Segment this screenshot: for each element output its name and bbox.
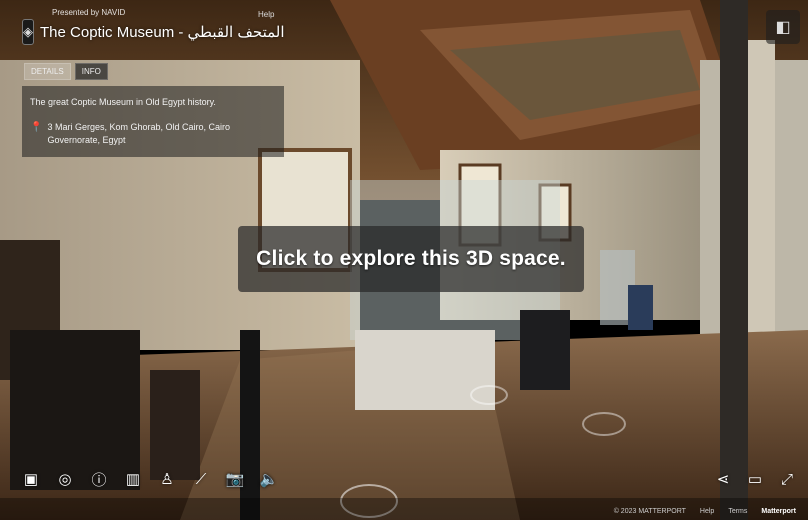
measure-icon[interactable]: ⟋: [190, 468, 212, 490]
target-icon[interactable]: ◎: [54, 468, 76, 490]
details-panel: The great Coptic Museum in Old Egypt his…: [22, 86, 284, 157]
bottom-toolbar: ▣ ◎ ⓘ ▥ ♙ ⟋ 📷 🔈: [20, 468, 280, 490]
explore-3d-button[interactable]: Click to explore this 3D space.: [238, 226, 584, 292]
vr-icon[interactable]: ▭: [744, 468, 766, 490]
brand-logo-icon[interactable]: ◧: [766, 10, 800, 44]
title-row: ◈ The Coptic Museum - المتحف القبطي: [22, 19, 285, 45]
explore-3d-label: Click to explore this 3D space.: [256, 247, 566, 270]
fullscreen-icon[interactable]: ⤢: [776, 468, 798, 490]
sound-icon[interactable]: 🔈: [258, 468, 280, 490]
info-tabs: DETAILS INFO: [24, 63, 284, 80]
floor-navigation-marker[interactable]: [470, 385, 508, 405]
tab-details[interactable]: DETAILS: [24, 63, 71, 80]
address-row: 📍 3 Mari Gerges, Kom Ghorab, Old Cairo, …: [30, 121, 276, 147]
right-toolbar: ⋖ ▭ ⤢: [712, 468, 798, 490]
person-icon[interactable]: ♙: [156, 468, 178, 490]
footer-terms-link[interactable]: Terms: [728, 508, 747, 515]
space-title: The Coptic Museum - المتحف القبطي: [40, 24, 285, 41]
address-text[interactable]: 3 Mari Gerges, Kom Ghorab, Old Cairo, Ca…: [47, 121, 276, 147]
camera-icon[interactable]: 📷: [224, 468, 246, 490]
matterport-viewer[interactable]: Presented by NAVID ◈ The Coptic Museum -…: [0, 0, 808, 520]
dollhouse-icon[interactable]: ▣: [20, 468, 42, 490]
space-description: The great Coptic Museum in Old Egypt his…: [30, 97, 216, 107]
floor-plan-icon[interactable]: ▥: [122, 468, 144, 490]
space-info-card: Presented by NAVID ◈ The Coptic Museum -…: [22, 8, 285, 157]
help-link[interactable]: Help: [258, 10, 274, 19]
footer-links: © 2023 MATTERPORT Help Terms Matterport: [614, 508, 796, 515]
presented-by-label: Presented by NAVID: [52, 8, 126, 17]
share-icon[interactable]: ⋖: [712, 468, 734, 490]
copyright-text: © 2023 MATTERPORT: [613, 508, 686, 515]
footer-help-link[interactable]: Help: [700, 508, 714, 515]
presenter-logo-icon: ◈: [22, 19, 34, 45]
floor-navigation-marker[interactable]: [582, 412, 626, 436]
footer-brand-logo[interactable]: Matterport: [761, 508, 796, 515]
info-icon[interactable]: ⓘ: [88, 468, 110, 490]
location-pin-icon: 📍: [30, 122, 43, 133]
tab-info[interactable]: INFO: [74, 63, 108, 80]
